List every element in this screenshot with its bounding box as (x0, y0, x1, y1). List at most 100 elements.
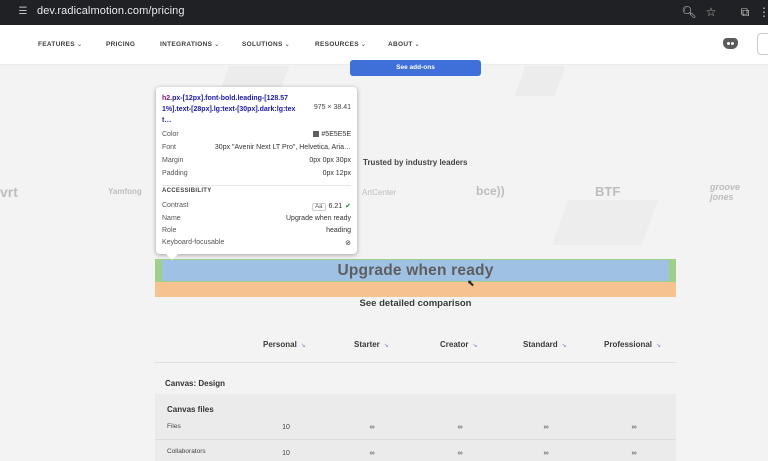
nav-label: SOLUTIONS (242, 41, 283, 48)
row-value: #5E5E5E (313, 131, 351, 138)
row-value: 30px "Avenir Next LT Pro", Helvetica, Ar… (214, 144, 351, 151)
keyboard-row: Keyboard-focusable ⊘ (162, 239, 351, 250)
nav-label: INTEGRATIONS (160, 41, 213, 48)
name-row: Name Upgrade when ready (162, 215, 351, 226)
nav-integrations[interactable]: INTEGRATIONS ⌄ (160, 41, 220, 48)
plan-label: Personal (263, 340, 297, 349)
selector-classes: .px-[12px].font-bold.leading-[128.571%].… (162, 95, 296, 124)
row-key: Color (162, 131, 179, 138)
row-key: Font (162, 144, 177, 151)
zoom-icon[interactable]: 🔍︎ (681, 4, 697, 20)
row-value: Upgrade when ready (286, 215, 351, 222)
padding-row: Padding 0px 12px (162, 170, 351, 181)
address-bar[interactable]: dev.radicalmotion.com/pricing (37, 5, 185, 17)
cursor-icon: ⬉ (467, 278, 475, 288)
divider (162, 185, 351, 186)
plan-personal-header[interactable]: Personal ↘ (263, 340, 306, 349)
table-panel (155, 394, 676, 461)
nav-label: RESOURCES (315, 41, 359, 48)
font-row: Font 30px "Avenir Next LT Pro", Helvetica… (162, 144, 351, 155)
plan-label: Creator (440, 340, 469, 349)
chevron-down-icon: ⌄ (284, 42, 290, 48)
table-cell: ∞ (457, 450, 463, 457)
nav-label: PRICING (106, 41, 136, 48)
plan-label: Professional (604, 340, 653, 349)
accessibility-heading: ACCESSIBILITY (162, 188, 212, 194)
nav-label: ABOUT (388, 41, 413, 48)
logo-vrt: vrt (0, 184, 18, 200)
table-cell: 10 (282, 424, 290, 431)
row-label-files: Files (167, 423, 181, 430)
sort-icon: ↘ (383, 343, 389, 349)
contrast-row: Contrast Aa 6.21 ✔ (162, 202, 351, 213)
row-key: Padding (162, 170, 188, 177)
table-cell: ∞ (631, 424, 637, 431)
row-value: 0px 0px 30px (309, 157, 351, 164)
table-cell: 10 (282, 450, 290, 457)
site-navbar: FEATURES ⌄ PRICING INTEGRATIONS ⌄ SOLUTION… (0, 25, 768, 65)
table-cell: ∞ (369, 424, 375, 431)
color-row: Color #5E5E5E (162, 131, 351, 142)
role-row: Role heading (162, 227, 351, 238)
element-dimensions: 975 × 38.41 (313, 104, 351, 111)
table-cell: ∞ (543, 424, 549, 431)
group-heading: Canvas files (167, 405, 214, 414)
table-cell: ∞ (543, 450, 549, 457)
row-key: Role (162, 227, 177, 234)
row-key: Name (162, 215, 181, 222)
table-cell: ∞ (369, 450, 375, 457)
chevron-down-icon: ⌄ (76, 42, 83, 48)
color-swatch (313, 131, 320, 137)
background-shape (514, 66, 566, 96)
contrast-value: 6.21 (328, 203, 343, 210)
see-addons-button[interactable]: See add-ons (350, 60, 481, 76)
sort-icon: ↘ (472, 343, 478, 349)
plan-professional-header[interactable]: Professional ↘ (604, 340, 661, 349)
plan-standard-header[interactable]: Standard ↘ (523, 340, 567, 349)
row-value: 0px 12px (322, 170, 351, 177)
color-value: #5E5E5E (321, 131, 351, 138)
logo-btf: BTF (595, 184, 621, 199)
nav-features[interactable]: FEATURES ⌄ (38, 41, 82, 48)
logo-yamfong: Yamfong (108, 187, 142, 196)
nav-label: FEATURES (38, 41, 75, 48)
chevron-down-icon: ⌄ (214, 42, 220, 48)
chevron-down-icon: ⌄ (414, 42, 420, 48)
section-heading: Canvas: Design (165, 379, 226, 388)
sort-icon: ↘ (561, 343, 567, 349)
row-label-collaborators: Collaborators (167, 448, 206, 455)
plan-label: Starter (354, 340, 380, 349)
browser-toolbar: ☰ dev.radicalmotion.com/pricing 🔍︎ ☆ ⧉ ⋮ (0, 0, 768, 25)
tune-icon[interactable]: ☰ (17, 6, 29, 18)
logo-artcenter: ArtCenter (362, 188, 397, 197)
nav-pricing[interactable]: PRICING (106, 41, 135, 48)
star-icon[interactable]: ☆ (703, 4, 719, 20)
page-heading: Upgrade when ready (337, 262, 494, 279)
puzzle-icon[interactable]: ⧉ (737, 4, 753, 20)
plan-creator-header[interactable]: Creator ↘ (440, 340, 477, 349)
row-value: heading (326, 227, 351, 234)
no-entry-icon: ⊘ (345, 240, 351, 247)
logo-groove-jones: groove jones (710, 182, 741, 202)
margin-row: Margin 0px 0px 30px (162, 157, 351, 168)
element-selector: h2.px-[12px].font-bold.leading-[128.571%… (162, 93, 302, 126)
contrast-badge: Aa (312, 203, 326, 211)
plan-starter-header[interactable]: Starter ↘ (354, 340, 389, 349)
row-value: Aa 6.21 ✔ (312, 202, 351, 211)
hamburger-icon[interactable] (757, 33, 768, 55)
sort-icon: ↘ (656, 343, 662, 349)
trusted-heading: Trusted by industry leaders (363, 158, 468, 167)
nav-about[interactable]: ABOUT ⌄ (388, 41, 420, 48)
table-cell: ∞ (631, 450, 637, 457)
row-key: Keyboard-focusable (162, 239, 225, 246)
more-icon[interactable]: ⋮ (758, 4, 768, 20)
chevron-down-icon: ⌄ (360, 42, 367, 48)
discord-icon[interactable] (723, 38, 738, 49)
plan-label: Standard (523, 340, 558, 349)
nav-resources[interactable]: RESOURCES ⌄ (315, 41, 366, 48)
table-cell: ∞ (457, 424, 463, 431)
sort-icon: ↘ (300, 343, 306, 349)
background-shape (551, 200, 659, 245)
row-divider (155, 439, 676, 440)
nav-solutions[interactable]: SOLUTIONS ⌄ (242, 41, 290, 48)
